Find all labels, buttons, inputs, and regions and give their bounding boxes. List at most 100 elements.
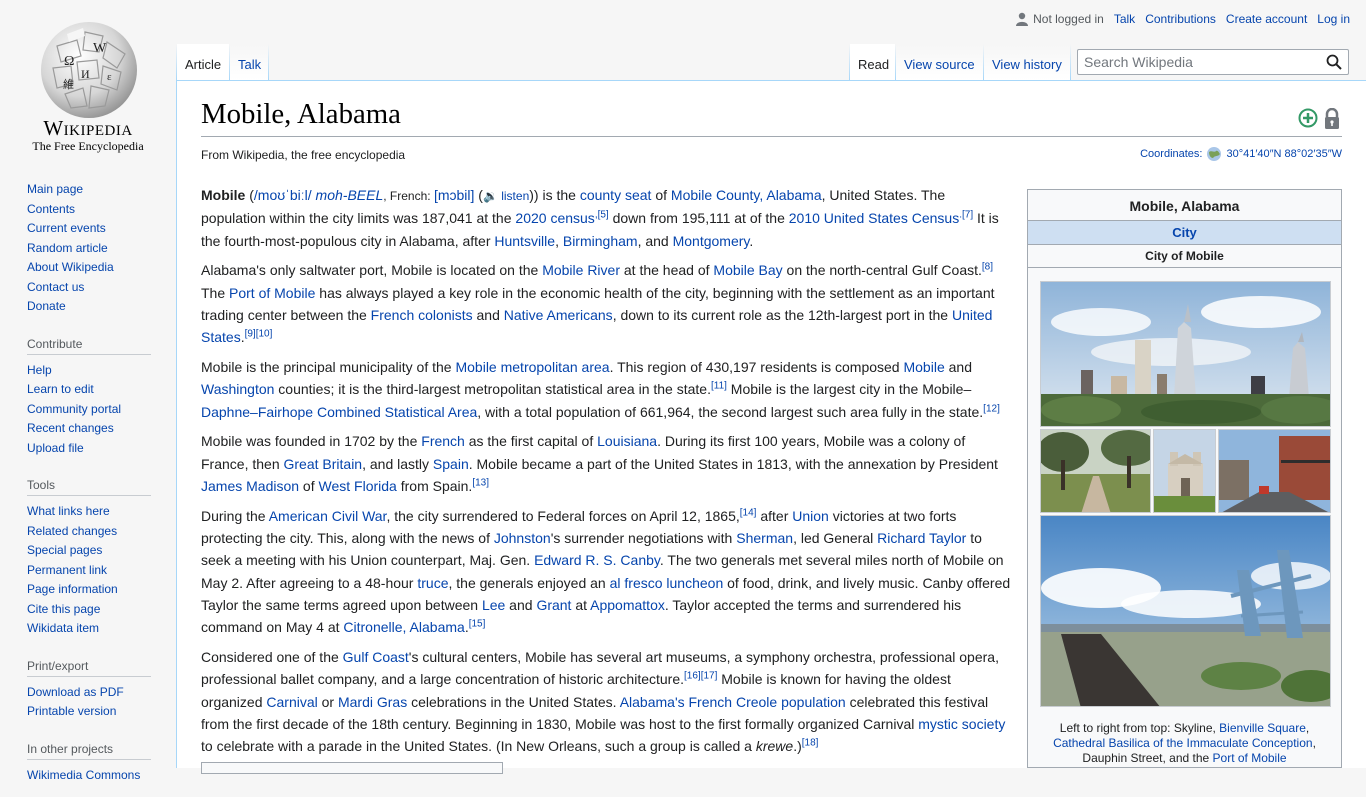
citation-link[interactable]: [12]: [983, 403, 1000, 414]
inline-link[interactable]: Appomattox: [590, 597, 665, 613]
coordinates-value[interactable]: 30°41′40″N 88°02′35″W: [1226, 148, 1342, 160]
sidebar-link-learn-to-edit[interactable]: Learn to edit: [27, 382, 94, 396]
green-plus-icon[interactable]: [1298, 108, 1318, 128]
inline-link[interactable]: 2020 census: [515, 210, 594, 226]
inline-link[interactable]: Sherman: [736, 530, 793, 546]
coordinates-label[interactable]: Coordinates:: [1140, 148, 1202, 160]
sidebar-link-wikidata-item[interactable]: Wikidata item: [27, 621, 99, 635]
sidebar-link-wikimedia-commons[interactable]: Wikimedia Commons: [27, 768, 140, 782]
inline-link[interactable]: Huntsville: [494, 233, 555, 249]
inline-link[interactable]: West Florida: [319, 478, 397, 494]
search-icon[interactable]: [1326, 54, 1342, 70]
inline-link[interactable]: Grant: [536, 597, 571, 613]
citation-link[interactable]: [15]: [469, 619, 486, 630]
inline-link[interactable]: Montgomery: [673, 233, 750, 249]
inline-link[interactable]: Louisiana: [597, 433, 657, 449]
inline-link[interactable]: Union: [792, 508, 829, 524]
caption-link-port-of-mobile[interactable]: Port of Mobile: [1213, 751, 1287, 765]
caption-link-cathedral-basilica[interactable]: Cathedral Basilica of the Immaculate Con…: [1053, 736, 1312, 750]
create-account-link[interactable]: Create account: [1226, 12, 1307, 26]
inline-link[interactable]: Daphne–Fairhope Combined Statistical Are…: [201, 404, 477, 420]
sidebar-link-contact[interactable]: Contact us: [27, 280, 84, 294]
sidebar-link-special-pages[interactable]: Special pages: [27, 543, 102, 557]
inline-link[interactable]: 🔉 listen: [483, 189, 529, 203]
citation-link[interactable]: ,[5]: [595, 210, 609, 221]
inline-link[interactable]: Alabama's French Creole population: [620, 694, 846, 710]
inline-link[interactable]: Citronelle, Alabama: [343, 619, 464, 635]
sidebar-link-about[interactable]: About Wikipedia: [27, 260, 114, 274]
sidebar-link-random-article[interactable]: Random article: [27, 241, 108, 255]
search-input[interactable]: [1078, 50, 1322, 74]
tab-read[interactable]: Read: [850, 44, 895, 80]
bienville-square-photo[interactable]: [1040, 429, 1151, 513]
sidebar-link-permanent-link[interactable]: Permanent link: [27, 563, 107, 577]
inline-link[interactable]: Mobile: [903, 359, 944, 375]
inline-link[interactable]: Mardi Gras: [338, 694, 407, 710]
port-of-mobile-photo[interactable]: [1040, 515, 1331, 707]
sidebar-link-current-events[interactable]: Current events: [27, 221, 106, 235]
citation-link[interactable]: [16][17]: [684, 671, 717, 682]
sidebar-link-donate[interactable]: Donate: [27, 299, 66, 313]
talk-link[interactable]: Talk: [1114, 12, 1135, 26]
inline-link[interactable]: Birmingham: [563, 233, 638, 249]
sidebar-link-recent-changes[interactable]: Recent changes: [27, 421, 114, 435]
tab-talk[interactable]: Talk: [230, 44, 268, 80]
lock-icon[interactable]: [1322, 108, 1342, 130]
skyline-photo[interactable]: [1040, 281, 1331, 427]
inline-link[interactable]: Mobile Bay: [713, 262, 782, 278]
contributions-link[interactable]: Contributions: [1145, 12, 1216, 26]
citation-link[interactable]: [11]: [711, 381, 727, 392]
inline-link[interactable]: Washington: [201, 381, 274, 397]
citation-link[interactable]: .[7]: [959, 210, 973, 221]
citation-link[interactable]: [8]: [982, 262, 993, 273]
inline-link[interactable]: Port of Mobile: [229, 285, 315, 301]
inline-link[interactable]: al fresco luncheon: [610, 575, 724, 591]
inline-link[interactable]: American Civil War: [269, 508, 387, 524]
inline-link[interactable]: [mɔbil]: [434, 187, 474, 203]
sidebar-link-page-information[interactable]: Page information: [27, 582, 118, 596]
inline-link[interactable]: 2010 United States Census: [789, 210, 959, 226]
inline-link[interactable]: French colonists: [371, 307, 473, 323]
inline-link[interactable]: Spain: [433, 456, 469, 472]
tab-view-source[interactable]: View source: [896, 44, 983, 80]
wikipedia-logo[interactable]: Ω W И 維 ε Wikipedia The Free Encyclopedi…: [0, 0, 176, 160]
sidebar-link-related-changes[interactable]: Related changes: [27, 524, 117, 538]
sidebar-link-main-page[interactable]: Main page: [27, 182, 83, 196]
tab-view-history[interactable]: View history: [984, 44, 1070, 80]
inline-link[interactable]: Lee: [482, 597, 505, 613]
inline-link[interactable]: Johnston: [494, 530, 551, 546]
citation-link[interactable]: [13]: [472, 477, 489, 488]
inline-link[interactable]: /moʊˈbiːl/: [254, 187, 312, 203]
inline-link[interactable]: county seat: [580, 187, 652, 203]
globe-icon[interactable]: [1206, 146, 1222, 162]
inline-link[interactable]: French: [421, 433, 465, 449]
inline-link[interactable]: Great Britain: [284, 456, 363, 472]
sidebar-link-help[interactable]: Help: [27, 363, 52, 377]
citation-link[interactable]: [14]: [740, 507, 757, 518]
inline-link[interactable]: Richard Taylor: [877, 530, 966, 546]
inline-link[interactable]: Native Americans: [504, 307, 613, 323]
sidebar-link-cite-this-page[interactable]: Cite this page: [27, 602, 100, 616]
inline-link[interactable]: Carnival: [266, 694, 317, 710]
log-in-link[interactable]: Log in: [1317, 12, 1350, 26]
citation-link[interactable]: [9][10]: [245, 329, 273, 340]
sidebar-link-printable-version[interactable]: Printable version: [27, 704, 116, 718]
sidebar-link-what-links-here[interactable]: What links here: [27, 504, 110, 518]
inline-link[interactable]: Gulf Coast: [343, 649, 409, 665]
inline-link[interactable]: moh-BEEL: [316, 187, 384, 203]
inline-link[interactable]: James Madison: [201, 478, 299, 494]
sidebar-link-contents[interactable]: Contents: [27, 202, 75, 216]
inline-link[interactable]: Edward R. S. Canby: [534, 552, 660, 568]
cathedral-basilica-photo[interactable]: [1153, 429, 1216, 513]
inline-link[interactable]: Mobile River: [542, 262, 620, 278]
inline-link[interactable]: Mobile metropolitan area: [455, 359, 609, 375]
tab-article[interactable]: Article: [177, 44, 229, 80]
inline-link[interactable]: truce: [417, 575, 448, 591]
inline-link[interactable]: mystic society: [918, 716, 1005, 732]
sidebar-link-download-pdf[interactable]: Download as PDF: [27, 685, 124, 699]
infobox-type-link[interactable]: City: [1028, 220, 1341, 245]
dauphin-street-photo[interactable]: [1218, 429, 1331, 513]
caption-link-bienville-square[interactable]: Bienville Square: [1219, 721, 1306, 735]
citation-link[interactable]: [18]: [802, 738, 819, 749]
sidebar-link-upload-file[interactable]: Upload file: [27, 441, 84, 455]
